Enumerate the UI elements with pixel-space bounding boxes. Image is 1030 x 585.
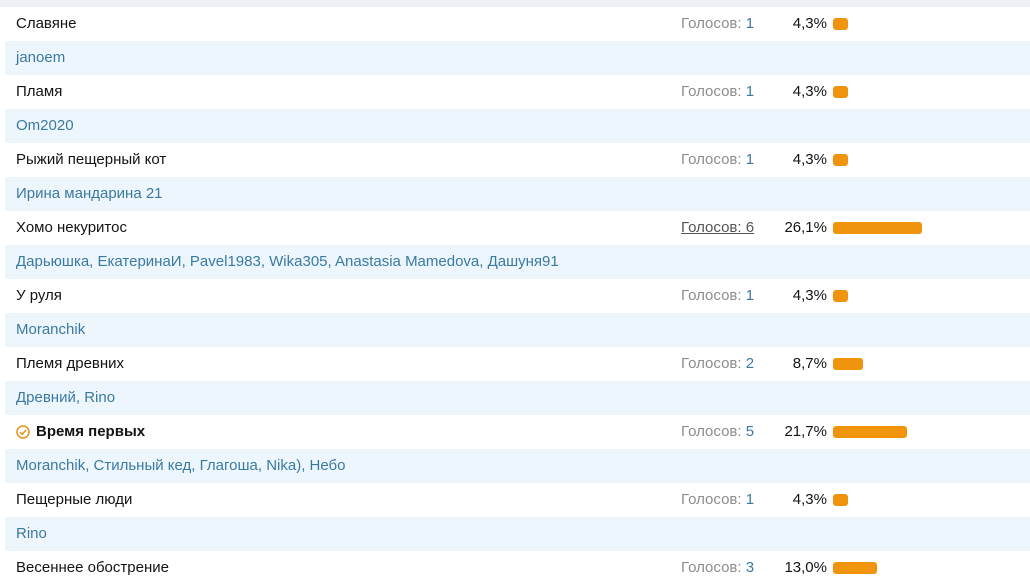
voters-row: Ирина мандарина 21 xyxy=(5,177,1030,211)
poll-option-label: Славяне xyxy=(16,15,77,32)
vote-percent: 26,1% xyxy=(784,219,827,236)
vote-bar xyxy=(833,562,877,574)
vote-count-prefix: Голосов: xyxy=(681,219,746,236)
voters-list[interactable]: Древний, Rino xyxy=(16,381,115,415)
poll-option-label: У руля xyxy=(16,287,62,304)
vote-count-value: 1 xyxy=(745,151,755,168)
vote-count-prefix: Голосов: xyxy=(681,287,746,304)
vote-bar xyxy=(833,154,848,166)
vote-count-value: 1 xyxy=(745,15,755,32)
poll-option-label: Пламя xyxy=(16,83,63,100)
check-circle-icon xyxy=(16,425,30,439)
poll-option-row: Время первых Голосов: 5 21,7% xyxy=(5,415,1030,449)
poll-option-label: Рыжий пещерный кот xyxy=(16,151,167,168)
vote-count: Голосов: 1 xyxy=(681,279,754,313)
vote-count-value: 3 xyxy=(745,559,755,576)
poll-option-label: Время первых xyxy=(36,423,146,440)
poll-results: Славяне Голосов: 1 4,3% janoem Пламя Голосов:… xyxy=(5,7,1030,585)
voters-list[interactable]: Moranchik, Стильный кед, Глагоша, Nika),… xyxy=(16,449,345,483)
vote-percent: 4,3% xyxy=(792,83,827,100)
top-divider xyxy=(0,0,1030,7)
vote-percent: 4,3% xyxy=(792,287,827,304)
voters-list[interactable]: Rino xyxy=(16,517,47,551)
vote-count: Голосов: 1 xyxy=(681,143,754,177)
vote-percent: 8,7% xyxy=(792,355,827,372)
vote-percent: 4,3% xyxy=(792,491,827,508)
vote-bar xyxy=(833,222,922,234)
poll-option-row: У руля Голосов: 1 4,3% xyxy=(5,279,1030,313)
vote-bar xyxy=(833,290,848,302)
voters-row: Древний, Rino xyxy=(5,381,1030,415)
vote-bar xyxy=(833,426,907,438)
vote-count-prefix: Голосов: xyxy=(681,15,746,32)
poll-option-row: Славяне Голосов: 1 4,3% xyxy=(5,7,1030,41)
vote-bar xyxy=(833,494,848,506)
vote-count: Голосов: 1 xyxy=(681,75,754,109)
vote-count-prefix: Голосов: xyxy=(681,559,746,576)
vote-count: Голосов: 2 xyxy=(681,347,754,381)
vote-percent: 21,7% xyxy=(784,423,827,440)
poll-option-row: Пламя Голосов: 1 4,3% xyxy=(5,75,1030,109)
vote-percent: 13,0% xyxy=(784,559,827,576)
poll-option-label: Пещерные люди xyxy=(16,491,133,508)
voters-row: Rino xyxy=(5,517,1030,551)
vote-bar xyxy=(833,358,863,370)
vote-count-value: 1 xyxy=(745,287,755,304)
poll-option-row: Рыжий пещерный кот Голосов: 1 4,3% xyxy=(5,143,1030,177)
vote-count-prefix: Голосов: xyxy=(681,151,746,168)
vote-count-value: 1 xyxy=(745,83,755,100)
poll-option-row: Пещерные люди Голосов: 1 4,3% xyxy=(5,483,1030,517)
vote-count-value: 5 xyxy=(745,423,755,440)
voters-row: Om2020 xyxy=(5,109,1030,143)
vote-count: Голосов: 3 xyxy=(681,551,754,585)
vote-count: Голосов: 1 xyxy=(681,483,754,517)
voters-row: Moranchik xyxy=(5,313,1030,347)
vote-count[interactable]: Голосов: 6 xyxy=(681,211,754,245)
poll-option-row: Племя древних Голосов: 2 8,7% xyxy=(5,347,1030,381)
voters-list[interactable]: Ирина мандарина 21 xyxy=(16,177,163,211)
vote-count: Голосов: 5 xyxy=(681,415,754,449)
poll-option-label: Весеннее обострение xyxy=(16,559,169,576)
voters-list[interactable]: Om2020 xyxy=(16,109,74,143)
poll-option-row: Хомо некуритос Голосов: 6 26,1% xyxy=(5,211,1030,245)
vote-count-prefix: Голосов: xyxy=(681,423,746,440)
vote-percent: 4,3% xyxy=(792,15,827,32)
voters-list[interactable]: janoem xyxy=(16,41,65,75)
voters-row: Дарьюшка, ЕкатеринаИ, Pavel1983, Wika305… xyxy=(5,245,1030,279)
vote-count-prefix: Голосов: xyxy=(681,83,746,100)
voters-list[interactable]: Moranchik xyxy=(16,313,85,347)
vote-count-value: 6 xyxy=(745,219,755,236)
vote-count-prefix: Голосов: xyxy=(681,491,746,508)
vote-percent: 4,3% xyxy=(792,151,827,168)
vote-count-value: 1 xyxy=(745,491,755,508)
voters-row: janoem xyxy=(5,41,1030,75)
poll-option-label: Племя древних xyxy=(16,355,125,372)
vote-count-prefix: Голосов: xyxy=(681,355,746,372)
vote-bar xyxy=(833,86,848,98)
voters-list[interactable]: Дарьюшка, ЕкатеринаИ, Pavel1983, Wika305… xyxy=(16,245,559,279)
vote-bar xyxy=(833,18,848,30)
vote-count-value: 2 xyxy=(745,355,755,372)
poll-option-row: Весеннее обострение Голосов: 3 13,0% xyxy=(5,551,1030,585)
poll-option-label: Хомо некуритос xyxy=(16,219,127,236)
voters-row: Moranchik, Стильный кед, Глагоша, Nika),… xyxy=(5,449,1030,483)
vote-count: Голосов: 1 xyxy=(681,7,754,41)
